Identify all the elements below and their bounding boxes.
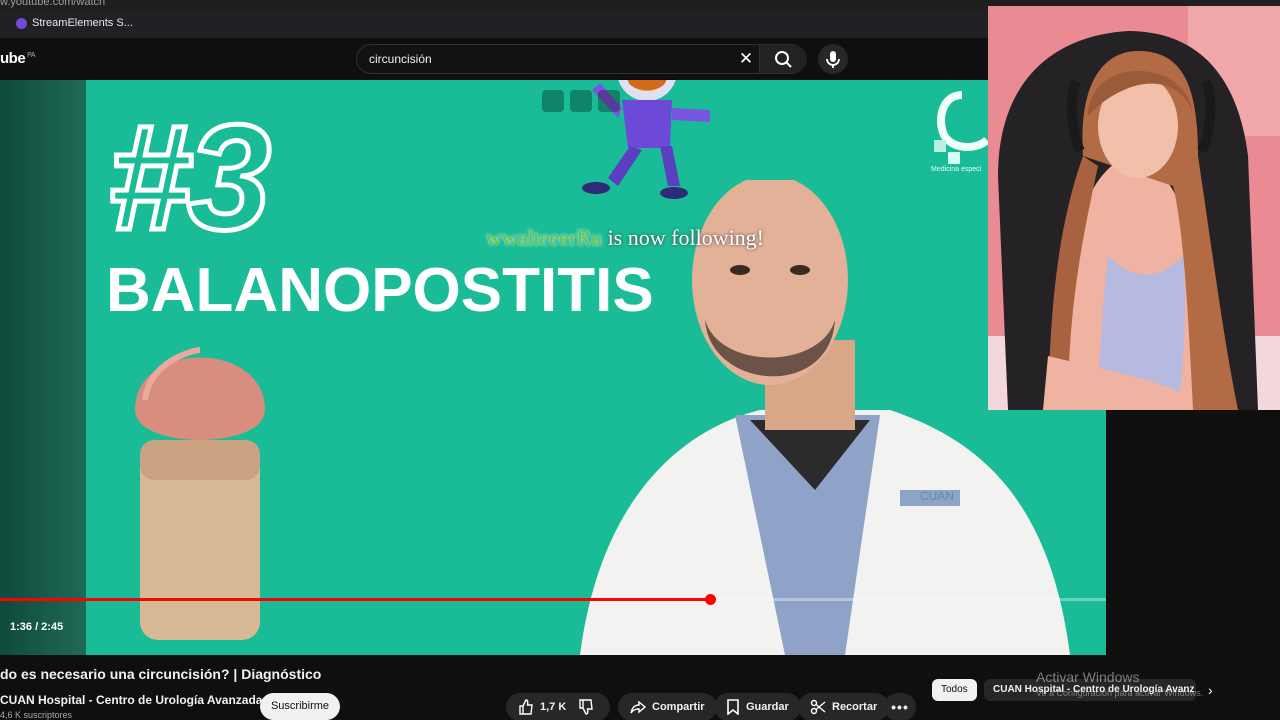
search-box[interactable]: circuncisión ✕ bbox=[356, 44, 807, 74]
progress-bar[interactable] bbox=[0, 594, 1106, 605]
video-info-area: do es necesario una circuncisión? | Diag… bbox=[0, 655, 1280, 720]
clear-search-icon[interactable]: ✕ bbox=[735, 49, 757, 69]
logo-text: ube bbox=[0, 50, 26, 67]
search-input[interactable]: circuncisión bbox=[369, 52, 432, 66]
more-actions-button[interactable]: ••• bbox=[884, 693, 916, 720]
webcam-scene bbox=[988, 6, 1280, 410]
windows-activation-watermark: Activar Windows bbox=[1036, 669, 1140, 685]
bookmark-label: StreamElements S... bbox=[32, 17, 133, 29]
search-icon bbox=[775, 51, 792, 68]
scissors-icon bbox=[810, 699, 826, 715]
next-button[interactable] bbox=[598, 90, 620, 112]
clip-button[interactable]: Recortar bbox=[798, 693, 890, 720]
stream-follow-alert: wwalteeerRu is now following! bbox=[486, 225, 764, 251]
anatomy-illustration bbox=[135, 347, 265, 640]
subscribe-button[interactable]: Suscribirme bbox=[260, 693, 340, 720]
share-icon bbox=[630, 700, 646, 714]
like-icon[interactable] bbox=[518, 699, 534, 715]
search-button[interactable] bbox=[759, 45, 807, 73]
cast-button[interactable] bbox=[570, 90, 592, 112]
video-title: do es necesario una circuncisión? | Diag… bbox=[0, 666, 322, 682]
miniplayer-button[interactable] bbox=[542, 90, 564, 112]
progress-played bbox=[0, 598, 710, 601]
share-button[interactable]: Compartir bbox=[618, 693, 717, 720]
streamelements-icon bbox=[16, 17, 27, 29]
player-top-controls bbox=[542, 90, 620, 112]
share-label: Compartir bbox=[652, 701, 705, 713]
clinic-logo-icon bbox=[934, 91, 990, 164]
chip-all[interactable]: Todos bbox=[932, 679, 977, 701]
logo-region: PA bbox=[27, 52, 35, 59]
video-player[interactable]: #3 BALANOPOSTITIS CUAN wwalteeerRu is no… bbox=[0, 80, 1106, 655]
windows-activation-subtext: Ve a Configuración para activar Windows. bbox=[1036, 688, 1204, 698]
url-text[interactable]: w.youtube.com/watch bbox=[0, 0, 105, 8]
more-icon: ••• bbox=[891, 699, 909, 715]
save-button[interactable]: Guardar bbox=[714, 693, 801, 720]
overlay-number: #3 bbox=[106, 93, 274, 261]
clip-label: Recortar bbox=[832, 701, 878, 713]
streamer-webcam bbox=[988, 6, 1280, 410]
screen: w.youtube.com/watch StreamElements S... … bbox=[0, 0, 1280, 720]
video-blur-edge bbox=[0, 80, 86, 655]
subscriber-count: 4,6 K suscriptores bbox=[0, 710, 73, 720]
follow-message: is now following! bbox=[602, 225, 765, 250]
time-display: 1:36 / 2:45 bbox=[10, 621, 64, 633]
voice-search-button[interactable] bbox=[818, 44, 848, 74]
coat-logo: CUAN bbox=[920, 489, 955, 503]
save-label: Guardar bbox=[746, 701, 789, 713]
clinic-tagline: Medicina especi bbox=[931, 166, 982, 173]
dislike-icon[interactable] bbox=[578, 699, 594, 715]
bookmark-icon bbox=[727, 699, 739, 715]
progress-scrubber[interactable] bbox=[704, 594, 716, 605]
youtube-logo[interactable]: ube PA bbox=[0, 50, 35, 67]
like-count[interactable]: 1,7 K bbox=[540, 701, 566, 713]
channel-name[interactable]: CUAN Hospital - Centro de Urología Avanz… bbox=[0, 693, 262, 707]
follower-name: wwalteeerRu bbox=[486, 225, 603, 250]
like-dislike-group: 1,7 K bbox=[506, 693, 610, 720]
bookmark-streamelements[interactable]: StreamElements S... bbox=[16, 17, 133, 29]
chip-next-icon[interactable]: › bbox=[1208, 682, 1213, 698]
microphone-icon bbox=[826, 51, 840, 68]
